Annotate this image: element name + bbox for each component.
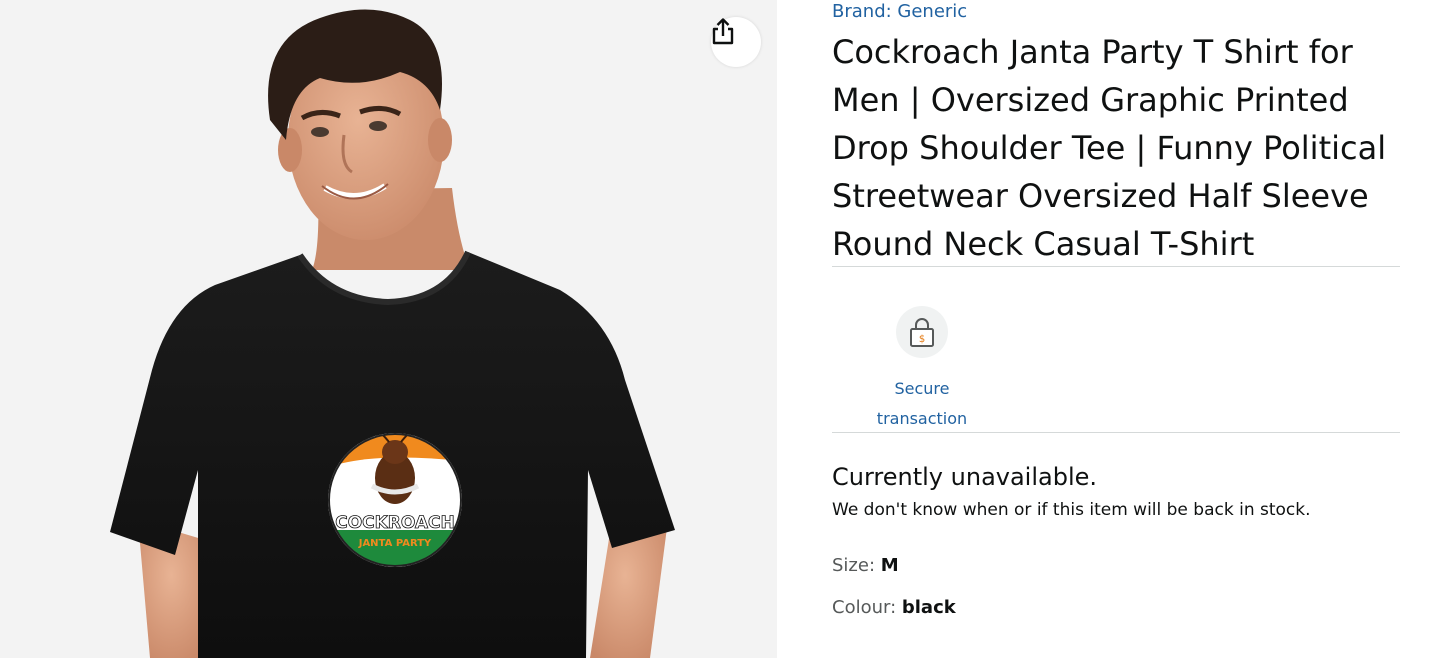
colour-value: black [901,597,956,618]
secure-transaction-badge[interactable]: $ Secure transaction [852,306,992,434]
product-title: Cockroach Janta Party T Shirt for Men | … [832,33,1387,263]
product-image-panel[interactable]: COCKROACH JANTA PARTY [0,0,777,658]
lock-icon: $ [910,318,934,347]
logo-text-main: COCKROACH [335,513,455,533]
colour-variation: Colour: black [832,597,956,618]
colour-label: Colour: [832,597,902,618]
share-button[interactable] [711,17,761,67]
availability-status: Currently unavailable. [832,463,1098,491]
secure-transaction-label[interactable]: Secure transaction [877,374,967,434]
size-value: M [880,555,899,576]
share-icon [712,18,734,45]
size-label: Size: [832,555,881,576]
secure-label-line2: transaction [876,409,968,428]
logo-text-sub: JANTA PARTY [358,538,432,549]
divider [832,432,1400,433]
product-photo: COCKROACH JANTA PARTY [110,9,675,658]
divider [832,266,1400,267]
size-variation: Size: M [832,555,899,576]
svg-text:$: $ [919,334,925,345]
secure-label-line1: Secure [894,379,950,398]
availability-note: We don't know when or if this item will … [832,500,1311,520]
secure-icon-wrapper: $ [896,306,948,358]
brand-link[interactable]: Brand: Generic [832,1,967,22]
